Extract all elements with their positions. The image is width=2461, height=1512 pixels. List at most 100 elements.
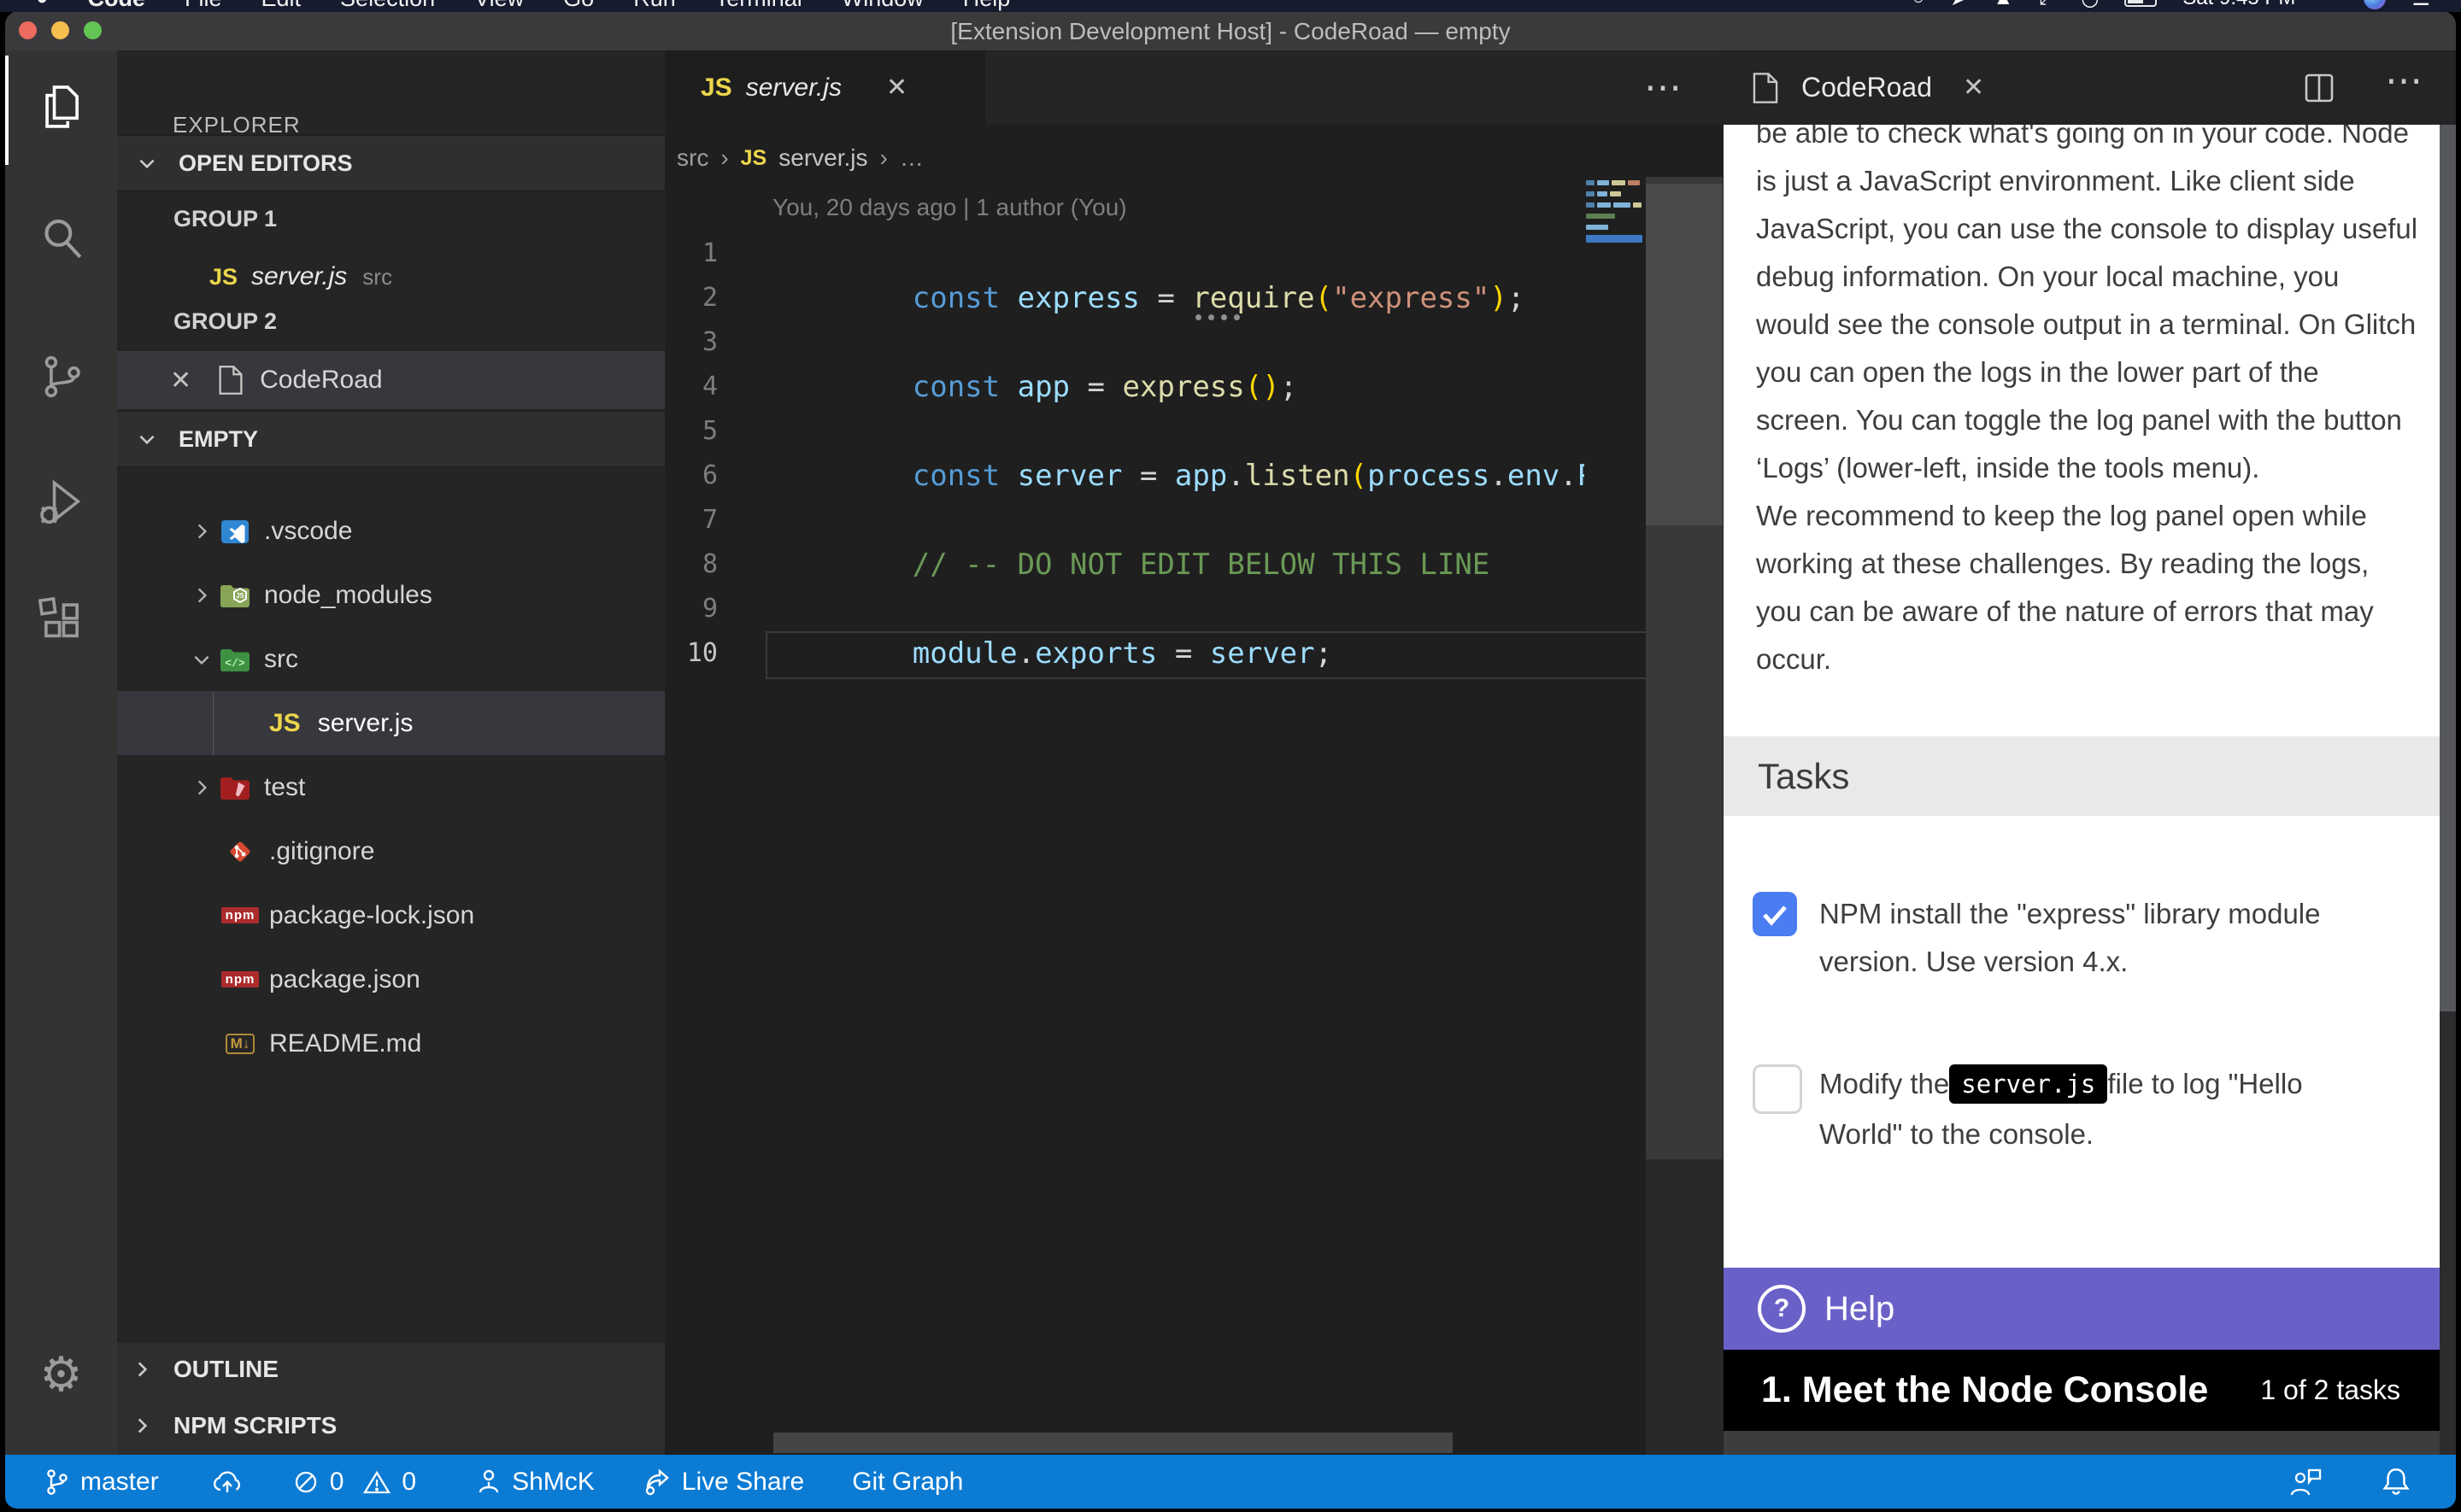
- menu-item[interactable]: View: [474, 0, 524, 12]
- extensions-icon[interactable]: [5, 568, 117, 671]
- tree-item-readme[interactable]: M↓ README.md: [117, 1011, 665, 1075]
- inline-code-chip: server.js: [1949, 1064, 2107, 1104]
- paragraph-line: working at these challenges. By reading …: [1756, 540, 2369, 588]
- editor-scrollbar[interactable]: [1646, 177, 1723, 1455]
- editor-group: JS server.js ✕ ⋯ src › JS server.js › … …: [665, 50, 1723, 1455]
- vpn-icon[interactable]: ▲: [1993, 0, 2013, 10]
- open-editor-item-coderoad[interactable]: ✕ CodeRoad: [117, 351, 665, 409]
- menu-item[interactable]: Edit: [261, 0, 302, 12]
- code-token: express: [1122, 370, 1244, 404]
- code-token: (: [1315, 281, 1332, 315]
- task-text: file to log "Hello: [2107, 1068, 2302, 1100]
- menu-item[interactable]: Terminal: [715, 0, 802, 12]
- git-graph-item[interactable]: Git Graph: [852, 1468, 963, 1497]
- open-editor-item-serverjs[interactable]: JS server.js src: [117, 249, 665, 305]
- live-share-item[interactable]: Live Share: [643, 1468, 804, 1497]
- paragraph-line: is just a JavaScript environment. Like c…: [1756, 157, 2355, 205]
- vscode-window: [Extension Development Host] - CodeRoad …: [5, 11, 2456, 1509]
- code-token: app: [1175, 459, 1227, 493]
- spotlight-icon[interactable]: ⌃: [2321, 0, 2338, 11]
- notifications-item[interactable]: [2381, 1466, 2411, 1498]
- tree-item-package-lock[interactable]: npm package-lock.json: [117, 883, 665, 947]
- webview-file-icon: [1748, 73, 1783, 103]
- vscode-folder-icon: [218, 516, 252, 547]
- open-editors-header[interactable]: OPEN EDITORS: [117, 135, 665, 191]
- account-item[interactable]: ShMcK: [476, 1468, 595, 1497]
- explorer-icon[interactable]: [5, 56, 117, 158]
- menu-item[interactable]: Selection: [340, 0, 435, 12]
- git-branch-item[interactable]: master: [43, 1468, 159, 1497]
- markdown-icon: M↓: [223, 1029, 257, 1059]
- settings-gear-icon[interactable]: ⚙: [5, 1323, 117, 1426]
- task-checkbox-unchecked[interactable]: [1753, 1064, 1802, 1114]
- tree-item-package-json[interactable]: npm package.json: [117, 947, 665, 1011]
- npm-icon: npm: [223, 964, 257, 995]
- code-token: =: [1087, 370, 1122, 404]
- scrollbar-thumb[interactable]: [1646, 184, 1723, 525]
- scrollbar-thumb[interactable]: [2440, 125, 2456, 1011]
- menu-item[interactable]: Window: [842, 0, 924, 12]
- live-share-icon: [643, 1468, 672, 1497]
- horizontal-scrollbar-thumb[interactable]: [773, 1433, 1453, 1453]
- drop-icon[interactable]: ◡: [2081, 0, 2099, 11]
- git-icon: [223, 836, 257, 867]
- search-icon[interactable]: [5, 187, 117, 290]
- webview-scrollbar[interactable]: [2440, 125, 2456, 1455]
- chevron-down-icon: [191, 648, 213, 671]
- feedback-item[interactable]: [2288, 1467, 2323, 1497]
- menu-item[interactable]: Run: [633, 0, 676, 12]
- menu-item[interactable]: Go: [563, 0, 594, 12]
- cursor-icon[interactable]: ➤: [1950, 0, 1967, 11]
- check-icon: [1753, 892, 1797, 936]
- task-text: Modify the: [1819, 1068, 1949, 1100]
- tree-item-src[interactable]: </> src: [117, 627, 665, 691]
- tree-item-serverjs-selected[interactable]: JS server.js: [117, 691, 665, 755]
- menu-item[interactable]: Code: [88, 0, 146, 12]
- code-token: =: [1140, 459, 1175, 493]
- test-folder-icon: [218, 772, 252, 803]
- code-token: express: [1018, 281, 1158, 315]
- minimap[interactable]: [1586, 177, 1644, 314]
- menu-clock[interactable]: Sat 9:45 PM: [2182, 0, 2295, 10]
- close-tab-icon[interactable]: ✕: [1963, 73, 1984, 103]
- tree-item-vscode[interactable]: .vscode: [117, 499, 665, 563]
- indent-guide: [213, 691, 214, 755]
- editor-actions-icon[interactable]: ⋯: [1644, 66, 1684, 109]
- close-icon[interactable]: ✕: [170, 366, 191, 396]
- more-actions-icon[interactable]: ⋯: [2385, 59, 2425, 103]
- problems-item[interactable]: 0 0: [292, 1468, 416, 1497]
- chevron-right-icon: [131, 1358, 153, 1380]
- current-line-highlight: [766, 631, 1723, 679]
- run-debug-icon[interactable]: [5, 450, 117, 553]
- source-control-icon[interactable]: [5, 325, 117, 428]
- apple-menu-icon[interactable]: ●: [36, 0, 49, 10]
- paragraph-line: debug information. On your local machine…: [1756, 253, 2339, 301]
- npm-scripts-section-header[interactable]: NPM SCRIPTS: [117, 1398, 665, 1453]
- tree-item-gitignore[interactable]: .gitignore: [117, 819, 665, 883]
- status-icon[interactable]: ⤢: [2039, 0, 2055, 10]
- tree-item-test[interactable]: test: [117, 755, 665, 819]
- task-checkbox-checked[interactable]: [1753, 892, 1797, 936]
- code-token: (: [1350, 459, 1367, 493]
- status-icon[interactable]: ○: [1912, 0, 1925, 10]
- chevron-right-icon: [191, 777, 213, 799]
- menu-item[interactable]: File: [185, 0, 222, 12]
- window-title-bar[interactable]: [Extension Development Host] - CodeRoad …: [5, 11, 2456, 51]
- control-center-icon[interactable]: ☰: [2411, 0, 2430, 11]
- svg-text:</>: </>: [225, 657, 245, 670]
- code-area[interactable]: const express = require("express"); cons…: [665, 50, 1584, 1455]
- workspace-folder-header[interactable]: EMPTY: [117, 411, 665, 467]
- tree-item-node-modules[interactable]: JS node_modules: [117, 563, 665, 627]
- paragraph-line: would see the console output in a termin…: [1756, 301, 2416, 349]
- coderoad-webview: be able to check what's going on in your…: [1724, 125, 2440, 1455]
- siri-icon[interactable]: [2364, 0, 2386, 9]
- split-editor-icon[interactable]: [2302, 71, 2336, 105]
- coderoad-tab-bar[interactable]: CodeRoad ✕ ⋯: [1723, 50, 2456, 125]
- person-feedback-icon: [2288, 1467, 2323, 1497]
- outline-section-header[interactable]: OUTLINE: [117, 1342, 665, 1397]
- battery-icon[interactable]: [2124, 0, 2157, 7]
- help-section-header[interactable]: ? Help: [1724, 1268, 2440, 1350]
- menu-item[interactable]: Help: [963, 0, 1011, 12]
- node-modules-folder-icon: JS: [218, 580, 252, 611]
- sync-changes-item[interactable]: [212, 1468, 243, 1496]
